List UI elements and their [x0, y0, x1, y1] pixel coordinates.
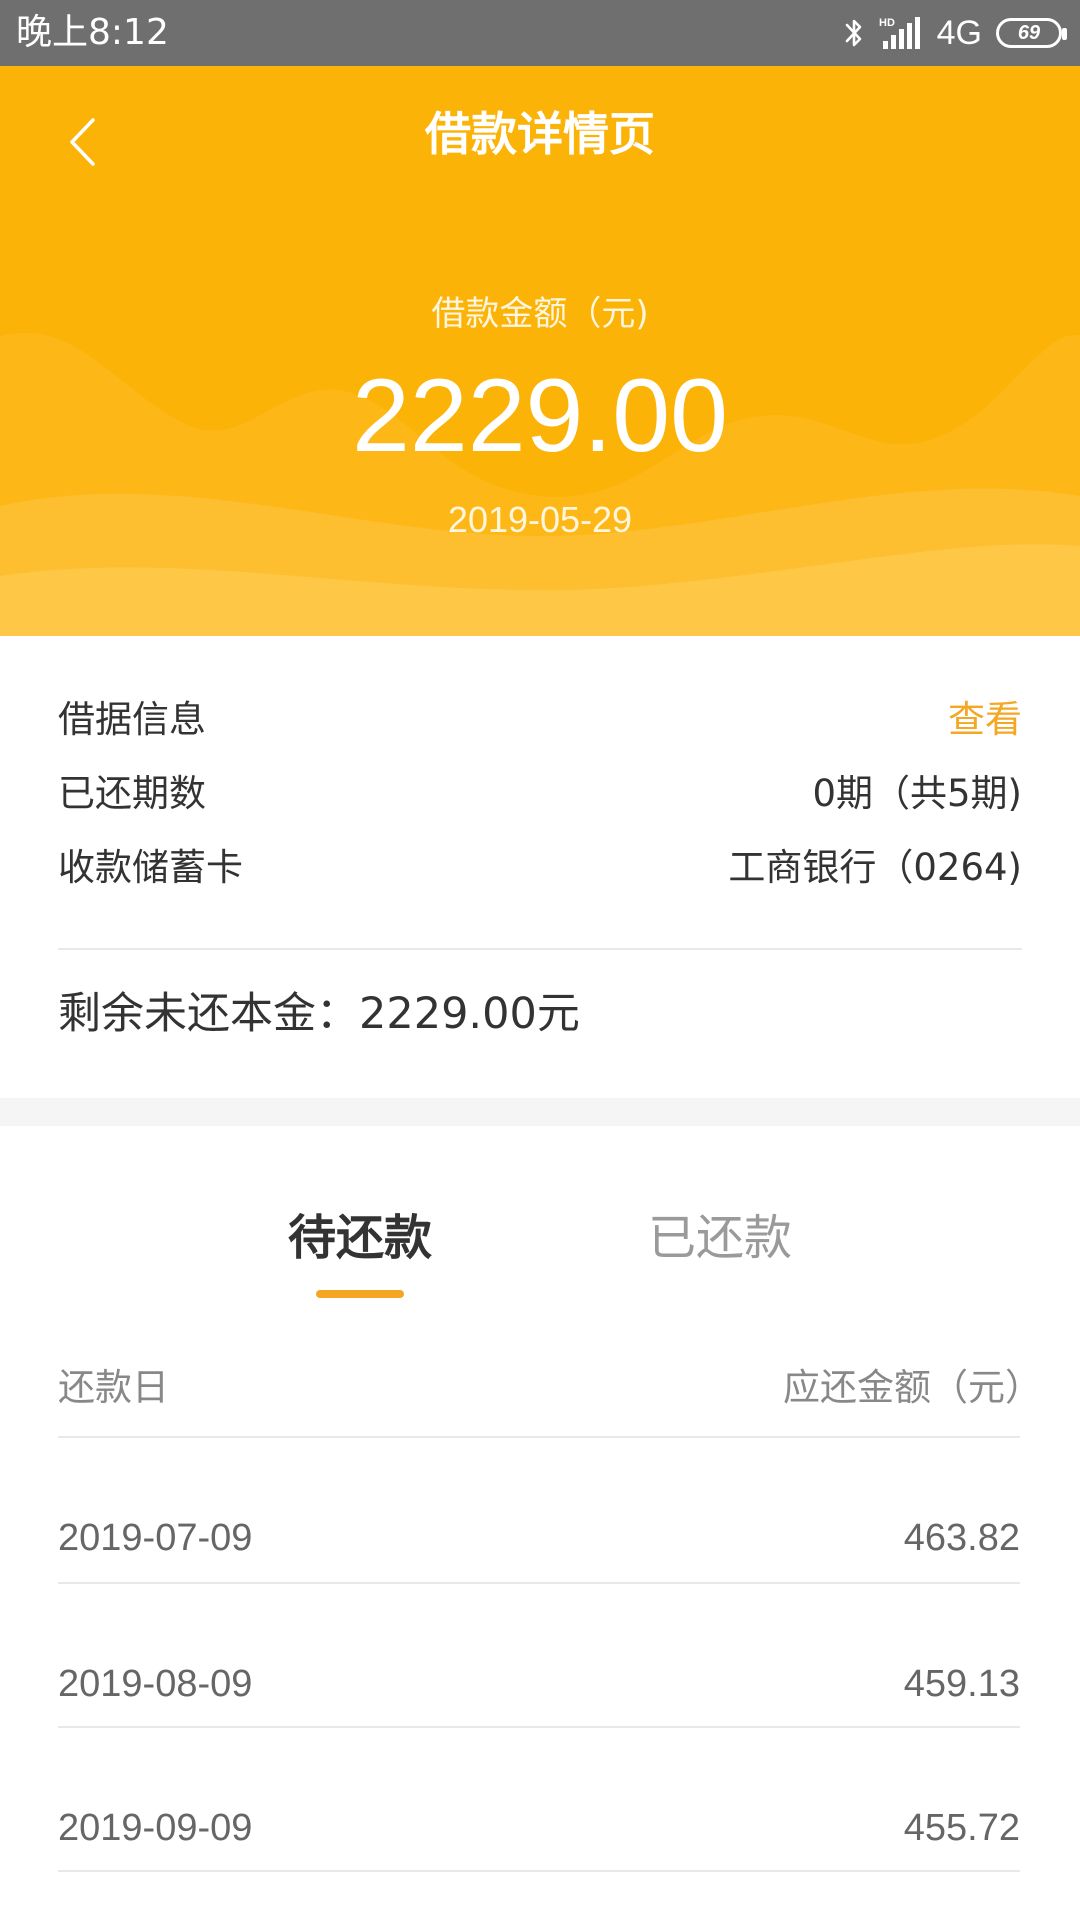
- page-title: 借款详情页: [425, 107, 655, 161]
- view-loan-note-link[interactable]: 查看: [948, 689, 1022, 743]
- schedule-divider: [58, 1436, 1020, 1438]
- repayment-tabs: 待还款 已还款: [0, 1126, 1080, 1326]
- loan-amount: 2229.00: [352, 358, 728, 474]
- loan-amount-label: 借款金额（元): [431, 294, 649, 334]
- row-amount: 459.13: [903, 1662, 1020, 1705]
- loan-date: 2019-05-29: [447, 499, 633, 540]
- schedule-divider: [58, 1870, 1020, 1872]
- debit-card-label: 收款储蓄卡: [58, 846, 243, 889]
- row-date: 2019-07-09: [58, 1516, 253, 1559]
- loan-note-label: 借据信息: [58, 698, 206, 741]
- debit-card-value: 工商银行（0264): [728, 846, 1022, 889]
- table-row: 2019-08-09 459.13: [58, 1654, 1020, 1714]
- status-icons: HD 4G 69: [843, 8, 1067, 58]
- repaid-periods-row: 已还期数 0期（共5期): [58, 762, 1022, 818]
- schedule-divider: [58, 1582, 1020, 1584]
- header-amount-due: 应还金额（元）: [783, 1366, 1042, 1409]
- row-amount: 455.72: [903, 1806, 1020, 1849]
- remaining-principal: 剩余未还本金：2229.00元: [58, 989, 580, 1039]
- row-date: 2019-09-09: [58, 1806, 253, 1849]
- network-type: 4G: [936, 14, 982, 52]
- debit-card-row: 收款储蓄卡 工商银行（0264): [58, 836, 1022, 892]
- tab-pending-repayment[interactable]: 待还款: [210, 1206, 510, 1270]
- hd-signal-icon: HD: [879, 17, 920, 49]
- repayment-schedule: 还款日 应还金额（元） 2019-07-09 463.82 2019-08-09…: [0, 1326, 1080, 1920]
- schedule-header: 还款日 应还金额（元）: [58, 1354, 1042, 1414]
- section-separator: [0, 1098, 1080, 1126]
- loan-note-row[interactable]: 借据信息 查看: [58, 688, 1022, 744]
- row-date: 2019-08-09: [58, 1662, 253, 1705]
- repaid-periods-label: 已还期数: [58, 772, 206, 815]
- loan-info-section: 借据信息 查看 已还期数 0期（共5期) 收款储蓄卡 工商银行（0264) 剩余…: [0, 636, 1080, 1098]
- active-tab-indicator: [316, 1290, 404, 1298]
- status-time: 晚上8:12: [16, 12, 169, 53]
- bluetooth-icon: [845, 19, 861, 47]
- tab-repaid[interactable]: 已还款: [570, 1206, 870, 1270]
- battery-icon: 69: [996, 18, 1067, 48]
- table-row: 2019-09-09 455.72: [58, 1798, 1020, 1858]
- row-amount: 463.82: [903, 1516, 1020, 1559]
- table-row: 2019-07-09 463.82: [58, 1508, 1020, 1568]
- repaid-periods-value: 0期（共5期): [812, 772, 1022, 815]
- battery-level: 69: [1017, 22, 1041, 44]
- info-divider: [58, 948, 1022, 950]
- loan-hero: 借款详情页 借款金额（元) 2229.00 2019-05-29: [0, 66, 1080, 636]
- svg-text:HD: HD: [879, 17, 895, 29]
- header-repayment-date: 还款日: [58, 1366, 169, 1409]
- schedule-divider: [58, 1726, 1020, 1728]
- status-bar: 晚上8:12 HD 4G 69: [0, 0, 1080, 66]
